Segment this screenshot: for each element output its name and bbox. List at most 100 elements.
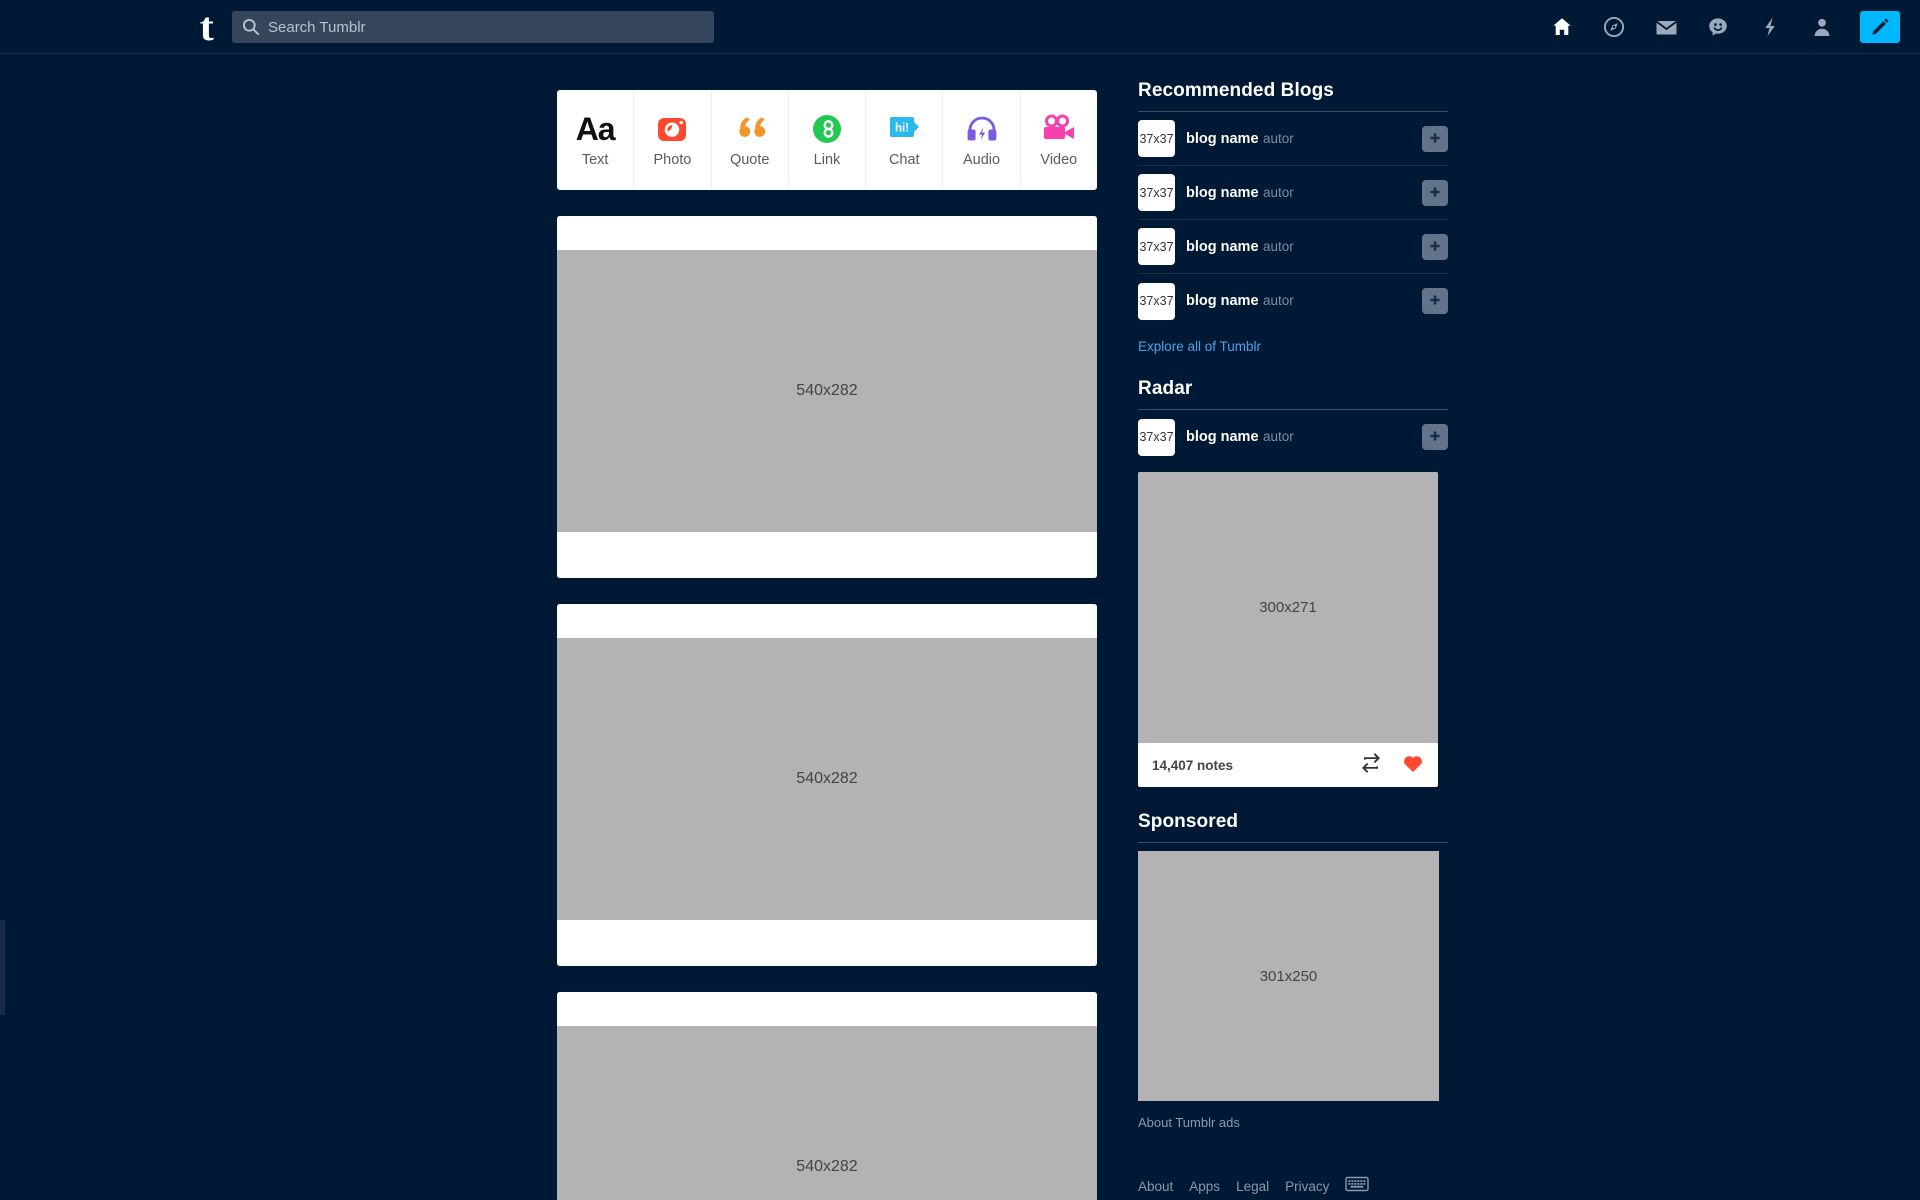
post-header xyxy=(557,604,1097,638)
blog-meta: blog name autor xyxy=(1186,184,1422,202)
home-icon[interactable] xyxy=(1536,0,1588,54)
search-input[interactable] xyxy=(268,13,698,41)
post-type-quote-label: Quote xyxy=(729,152,770,168)
post-type-link-label: Link xyxy=(813,152,841,168)
table-row[interactable]: 540x282 xyxy=(557,216,1097,578)
blog-author: autor xyxy=(1262,429,1294,444)
list-item[interactable]: 37x37 blog name autor xyxy=(1138,274,1448,328)
blog-name: blog name xyxy=(1186,429,1259,445)
post-type-audio[interactable]: Audio xyxy=(943,90,1021,190)
explore-icon[interactable] xyxy=(1588,0,1640,54)
post-type-video-label: Video xyxy=(1040,152,1078,168)
post-type-photo-label: Photo xyxy=(653,152,692,168)
post-image-placeholder: 540x282 xyxy=(557,250,1097,532)
blog-meta: blog name autor xyxy=(1186,238,1422,256)
video-camera-icon xyxy=(1041,112,1077,146)
avatar: 37x37 xyxy=(1138,418,1175,456)
blog-name: blog name xyxy=(1186,293,1259,309)
text-aa-glyph: Aa xyxy=(575,111,616,147)
blog-meta: blog name autor xyxy=(1186,130,1422,148)
post-header xyxy=(557,216,1097,250)
list-item[interactable]: 37x37 blog name autor xyxy=(1138,220,1448,274)
recommended-blogs-title: Recommended Blogs xyxy=(1138,80,1334,101)
blog-author: autor xyxy=(1262,293,1294,308)
account-icon[interactable] xyxy=(1796,0,1848,54)
post-type-chat[interactable]: hi! Chat xyxy=(866,90,944,190)
radar-post-footer: 14,407 notes xyxy=(1138,743,1438,787)
radar-title: Radar xyxy=(1138,378,1193,399)
post-image-placeholder: 540x282 xyxy=(557,1026,1097,1200)
radar-image-placeholder: 300x271 xyxy=(1138,472,1438,743)
blog-author: autor xyxy=(1262,238,1294,254)
keyboard-icon[interactable] xyxy=(1345,1176,1370,1197)
pencil-icon xyxy=(1872,18,1889,35)
post-type-audio-label: Audio xyxy=(963,152,1001,168)
search-icon xyxy=(242,18,260,36)
notes-count: 14,407 notes xyxy=(1152,757,1234,773)
follow-button[interactable] xyxy=(1422,233,1448,260)
radar-action-group xyxy=(1360,752,1424,778)
post-type-text[interactable]: Aa Text xyxy=(557,90,635,190)
explore-all-link[interactable]: Explore all of Tumblr xyxy=(1138,328,1448,354)
follow-button[interactable] xyxy=(1422,125,1448,152)
plus-icon xyxy=(1430,240,1440,251)
blog-name: blog name xyxy=(1186,184,1259,201)
table-row[interactable]: 540x282 xyxy=(557,604,1097,966)
post-footer xyxy=(557,920,1097,966)
avatar: 37x37 xyxy=(1138,174,1175,211)
quote-marks-icon xyxy=(733,112,767,146)
post-type-chat-label: Chat xyxy=(888,152,920,168)
plus-icon xyxy=(1430,132,1440,143)
svg-text:hi!: hi! xyxy=(895,123,909,135)
list-item[interactable]: 37x37 blog name autor xyxy=(1138,166,1448,220)
activity-icon[interactable] xyxy=(1692,0,1744,54)
footer-link-about[interactable]: About xyxy=(1138,1179,1173,1194)
camera-icon xyxy=(656,112,688,146)
reblog-icon[interactable] xyxy=(1360,752,1382,778)
follow-button[interactable] xyxy=(1422,424,1448,450)
footer-link-privacy[interactable]: Privacy xyxy=(1285,1179,1329,1194)
table-row[interactable]: 540x282 xyxy=(557,992,1097,1200)
heart-icon[interactable] xyxy=(1402,753,1424,778)
post-type-link[interactable]: Link xyxy=(789,90,867,190)
blog-name: blog name xyxy=(1186,130,1259,147)
post-type-video[interactable]: Video xyxy=(1021,90,1097,190)
tumblr-logo[interactable]: t xyxy=(186,4,226,50)
plus-icon xyxy=(1430,295,1440,305)
blog-name: blog name xyxy=(1186,238,1259,255)
footer-link-legal[interactable]: Legal xyxy=(1236,1179,1269,1194)
post-header xyxy=(557,992,1097,1026)
sponsored-image-placeholder[interactable]: 301x250 xyxy=(1138,851,1439,1101)
compose-button[interactable] xyxy=(1860,11,1900,43)
footer-link-apps[interactable]: Apps xyxy=(1189,1179,1220,1194)
post-footer xyxy=(557,532,1097,578)
dashboard-feed: Aa Text Photo Quote Link hi! Chat Audio … xyxy=(557,90,1097,1200)
sponsored-title: Sponsored xyxy=(1138,811,1239,832)
about-tumblr-ads-link[interactable]: About Tumblr ads xyxy=(1138,1101,1448,1130)
post-type-quote[interactable]: Quote xyxy=(712,90,789,190)
blog-author: autor xyxy=(1262,184,1294,200)
search-bar[interactable] xyxy=(232,11,714,43)
post-type-text-label: Text xyxy=(581,152,609,168)
follow-button[interactable] xyxy=(1422,288,1448,314)
nav-icon-group xyxy=(1536,0,1900,54)
messages-icon[interactable] xyxy=(1640,0,1692,54)
section-divider xyxy=(1138,842,1448,843)
radar-post-card[interactable]: 300x271 14,407 notes xyxy=(1138,472,1438,787)
right-sidebar: Recommended Blogs 37x37 blog name autor … xyxy=(1138,80,1448,1197)
chat-bubble-icon: hi! xyxy=(888,112,920,146)
list-item[interactable]: 37x37 blog name autor xyxy=(1138,410,1448,464)
sidebar-footer: About Apps Legal Privacy xyxy=(1138,1130,1448,1197)
post-image-placeholder: 540x282 xyxy=(557,638,1097,920)
notifications-icon[interactable] xyxy=(1744,0,1796,54)
top-navigation-bar: t xyxy=(0,0,1920,54)
scroll-indicator[interactable] xyxy=(0,920,5,1015)
text-aa-icon: Aa xyxy=(575,111,616,147)
avatar: 37x37 xyxy=(1138,228,1175,265)
avatar: 37x37 xyxy=(1138,282,1175,320)
post-type-photo[interactable]: Photo xyxy=(634,90,712,190)
follow-button[interactable] xyxy=(1422,179,1448,206)
list-item[interactable]: 37x37 blog name autor xyxy=(1138,112,1448,166)
blog-author: autor xyxy=(1262,130,1294,146)
post-type-selector: Aa Text Photo Quote Link hi! Chat Audio … xyxy=(557,90,1097,190)
